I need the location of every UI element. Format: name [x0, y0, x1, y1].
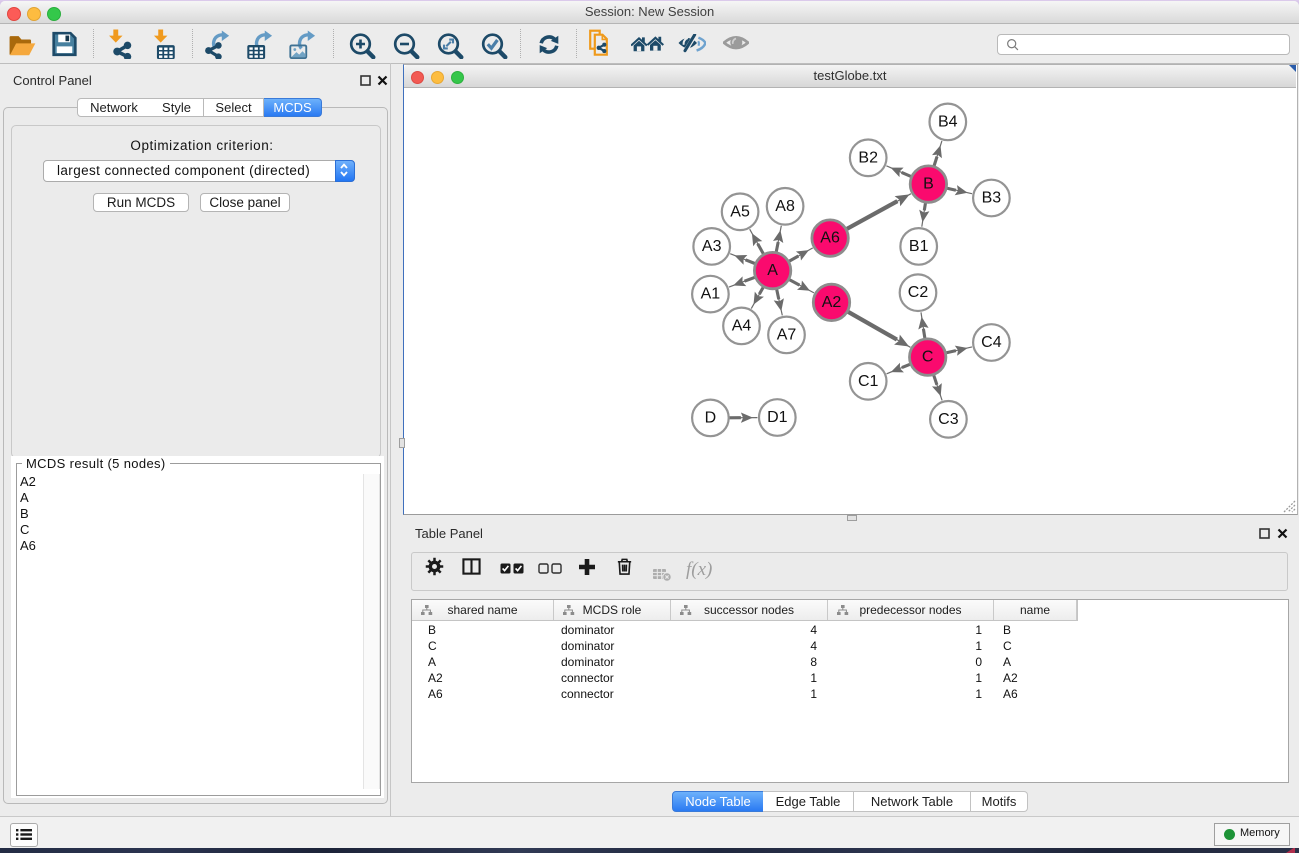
svg-text:A4: A4 [732, 317, 752, 334]
svg-text:A: A [767, 262, 778, 279]
svg-text:B1: B1 [909, 238, 929, 255]
svg-text:B3: B3 [982, 190, 1002, 207]
svg-text:A7: A7 [777, 326, 797, 343]
svg-text:A8: A8 [775, 198, 795, 215]
svg-text:B: B [923, 176, 934, 193]
svg-text:B2: B2 [858, 149, 878, 166]
svg-text:A2: A2 [822, 294, 842, 311]
svg-text:B4: B4 [938, 113, 958, 130]
svg-text:C2: C2 [908, 284, 929, 301]
svg-text:A5: A5 [730, 203, 750, 220]
svg-text:C3: C3 [938, 411, 959, 428]
svg-text:D1: D1 [767, 409, 788, 426]
svg-text:C: C [922, 349, 934, 366]
svg-text:C4: C4 [981, 334, 1002, 351]
svg-text:A3: A3 [702, 238, 722, 255]
svg-text:D: D [705, 409, 717, 426]
svg-text:C1: C1 [858, 373, 879, 390]
svg-text:A1: A1 [701, 286, 721, 303]
svg-text:A6: A6 [820, 230, 840, 247]
